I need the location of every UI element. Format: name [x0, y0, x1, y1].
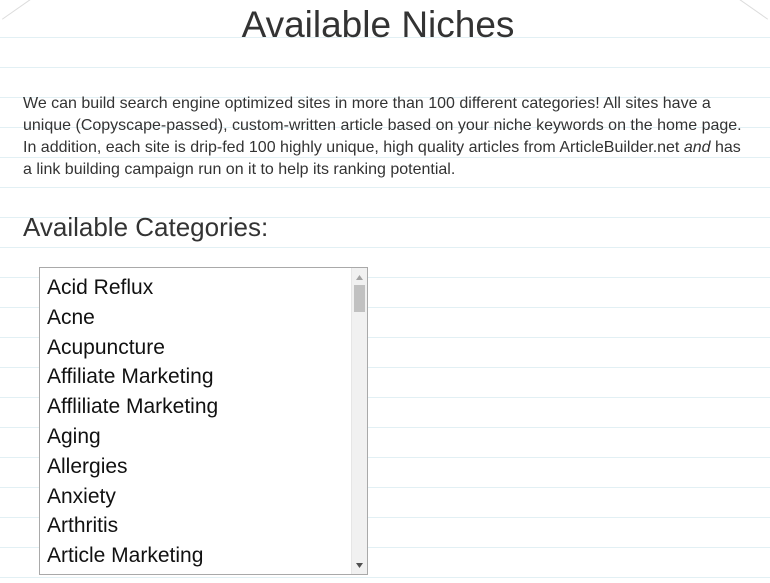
scroll-thumb[interactable]	[354, 285, 365, 312]
triangle-up-icon	[356, 274, 363, 280]
triangle-down-icon	[356, 562, 363, 568]
category-option[interactable]: Aging	[47, 422, 367, 452]
category-option[interactable]: Affliliate Marketing	[47, 392, 367, 422]
scroll-up-button[interactable]	[352, 270, 367, 284]
scroll-down-button[interactable]	[352, 558, 367, 572]
page-title: Available Niches	[241, 4, 515, 45]
category-option[interactable]: Affiliate Marketing	[47, 362, 367, 392]
categories-listbox[interactable]: Acid Reflux Acne Acupuncture Affiliate M…	[39, 267, 368, 575]
intro-emphasis: and	[683, 139, 711, 156]
category-option[interactable]: Allergies	[47, 452, 367, 482]
intro-paragraph: We can build search engine optimized sit…	[23, 93, 743, 181]
category-option[interactable]: Acupuncture	[47, 333, 367, 363]
categories-list: Acid Reflux Acne Acupuncture Affiliate M…	[40, 268, 367, 571]
category-option[interactable]: Acne	[47, 303, 367, 333]
category-option[interactable]: Acid Reflux	[47, 273, 367, 303]
listbox-scrollbar[interactable]	[351, 268, 367, 574]
intro-text-before: We can build search engine optimized sit…	[23, 95, 742, 156]
category-option[interactable]: Arthritis	[47, 511, 367, 541]
category-option[interactable]: Anxiety	[47, 482, 367, 512]
categories-heading: Available Categories:	[23, 212, 269, 242]
category-option[interactable]: Article Marketing	[47, 541, 367, 571]
